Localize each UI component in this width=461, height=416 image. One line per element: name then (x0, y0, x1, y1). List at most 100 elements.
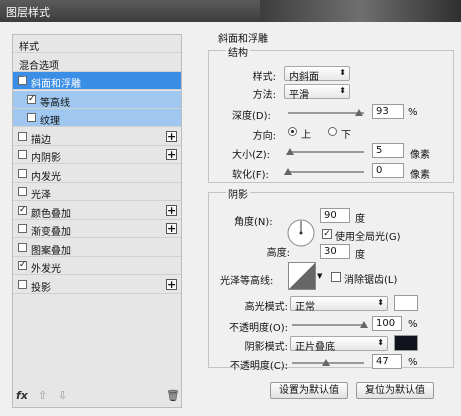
contour-dropdown-icon[interactable]: ▼ (317, 272, 322, 280)
style-checkbox[interactable] (18, 187, 27, 196)
style-select-value: 内斜面 (289, 72, 319, 83)
style-list-item[interactable]: 混合选项 (13, 54, 181, 72)
style-list-item[interactable]: 渐变叠加 + (13, 220, 181, 238)
reset-default-button[interactable]: 复位为默认值 (356, 382, 434, 399)
contour-curve-icon (289, 263, 315, 289)
style-checkbox[interactable] (18, 243, 27, 252)
structure-title: 结构 (226, 44, 250, 59)
style-checkbox[interactable]: ✓ (27, 95, 36, 104)
shadow-opacity-label: 不透明度(C): (229, 361, 288, 372)
global-light-checkbox[interactable]: ✓ (322, 229, 332, 239)
direction-down-radio[interactable] (328, 127, 337, 136)
trash-icon[interactable]: 🗑 (166, 389, 180, 402)
add-effect-icon[interactable]: + (166, 205, 177, 216)
soften-slider-track[interactable] (288, 171, 364, 173)
depth-slider-track[interactable] (288, 112, 364, 114)
fx-icon[interactable]: fx (16, 389, 28, 402)
highlight-opacity-track[interactable] (292, 324, 364, 326)
style-checkbox[interactable]: ✓ (18, 261, 27, 270)
depth-unit: % (408, 107, 418, 118)
antialias-label: 消除锯齿(L) (344, 275, 398, 286)
antialias-checkbox[interactable] (331, 272, 341, 282)
altitude-unit: 度 (355, 250, 365, 261)
title-bar[interactable]: 图层样式 (0, 0, 461, 22)
highlight-opacity-unit: % (408, 319, 418, 330)
highlight-mode-value: 正常 (295, 302, 315, 313)
layer-style-dialog: 图层样式 样式混合选项 ✓ 斜面和浮雕 ✓ 等高线纹理 描边 + 内阴影 + 内发光光泽 ✓ 颜色叠加… (0, 0, 461, 416)
depth-slider-thumb[interactable] (355, 109, 363, 116)
style-list-label: 斜面和浮雕 (31, 79, 81, 90)
set-default-button[interactable]: 设置为默认值 (270, 382, 348, 399)
add-effect-icon[interactable]: + (166, 279, 177, 290)
style-list-item[interactable]: ✓ 颜色叠加 + (13, 202, 181, 220)
style-select[interactable]: 内斜面 ⬍ (284, 66, 350, 83)
size-slider-track[interactable] (288, 151, 364, 153)
style-list-item[interactable]: 投影 + (13, 276, 181, 294)
shadow-opacity-unit: % (408, 357, 418, 368)
updown-icon: ⬍ (377, 298, 384, 307)
style-checkbox[interactable] (18, 224, 27, 233)
style-list-item[interactable]: 光泽 (13, 183, 181, 201)
updown-icon: ⬍ (377, 338, 384, 347)
style-list-panel: 样式混合选项 ✓ 斜面和浮雕 ✓ 等高线纹理 描边 + 内阴影 + 内发光光泽 ✓ 颜色叠加 + 渐变叠加… (12, 34, 182, 408)
style-list-item[interactable]: 纹理 (13, 109, 181, 127)
style-list-label: 内发光 (31, 172, 61, 183)
style-checkbox[interactable]: ✓ (18, 76, 27, 85)
shadow-mode-value: 正片叠底 (295, 342, 335, 353)
shadow-mode-select[interactable]: 正片叠底 ⬍ (290, 336, 388, 353)
angle-input[interactable]: 90 (320, 208, 350, 223)
angle-unit: 度 (355, 214, 365, 225)
technique-select[interactable]: 平滑 ⬍ (284, 84, 350, 101)
depth-input[interactable]: 93 (372, 104, 404, 119)
style-list-item[interactable]: 内阴影 + (13, 146, 181, 164)
soften-input[interactable]: 0 (372, 163, 404, 178)
style-list-item[interactable]: ✓ 等高线 (13, 91, 181, 109)
style-list-label: 光泽 (31, 190, 51, 201)
style-list-label: 图案叠加 (31, 246, 71, 257)
highlight-opacity-input[interactable]: 100 (372, 316, 402, 331)
style-list-item[interactable]: 样式 (13, 35, 181, 53)
style-list-item[interactable]: 图案叠加 (13, 239, 181, 257)
style-list-item[interactable]: ✓ 外发光 (13, 257, 181, 275)
angle-label: 角度(N): (234, 217, 273, 228)
style-label: 样式: (252, 72, 276, 83)
depth-label: 深度(D): (232, 111, 271, 122)
highlight-color-swatch[interactable] (394, 295, 418, 311)
shadow-mode-label: 阴影模式: (244, 342, 288, 353)
style-checkbox[interactable] (18, 169, 27, 178)
soften-slider-thumb[interactable] (284, 168, 292, 175)
style-list-item[interactable]: 描边 + (13, 128, 181, 146)
add-effect-icon[interactable]: + (166, 223, 177, 234)
shadow-opacity-thumb[interactable] (322, 359, 330, 366)
style-checkbox[interactable] (18, 132, 27, 141)
style-list-item[interactable]: ✓ 斜面和浮雕 (13, 72, 181, 90)
gloss-contour-label: 光泽等高线: (220, 276, 274, 287)
size-slider-thumb[interactable] (286, 148, 294, 155)
altitude-input[interactable]: 30 (320, 244, 350, 259)
direction-up-radio[interactable] (288, 127, 297, 136)
direction-label: 方向: (252, 131, 276, 142)
style-list-label: 混合选项 (19, 61, 59, 72)
move-up-icon[interactable]: ⇧ (38, 389, 47, 402)
gloss-contour-preview[interactable] (288, 262, 316, 290)
highlight-mode-select[interactable]: 正常 ⬍ (290, 296, 388, 313)
highlight-opacity-thumb[interactable] (360, 321, 368, 328)
shadow-opacity-input[interactable]: 47 (372, 354, 402, 369)
add-effect-icon[interactable]: + (166, 149, 177, 160)
style-checkbox[interactable] (18, 150, 27, 159)
shading-title: 阴影 (226, 186, 250, 201)
size-input[interactable]: 5 (372, 143, 404, 158)
highlight-mode-label: 高光模式: (244, 302, 288, 313)
style-list-label: 投影 (31, 283, 51, 294)
window-title: 图层样式 (6, 6, 50, 19)
style-checkbox[interactable]: ✓ (18, 206, 27, 215)
add-effect-icon[interactable]: + (166, 131, 177, 142)
style-list-label: 纹理 (40, 116, 60, 127)
style-list-item[interactable]: 内发光 (13, 165, 181, 183)
angle-dial-icon[interactable] (286, 218, 316, 248)
shadow-color-swatch[interactable] (394, 335, 418, 351)
move-down-icon[interactable]: ⇩ (58, 389, 67, 402)
style-checkbox[interactable] (18, 280, 27, 289)
style-list-label: 样式 (19, 42, 39, 53)
style-checkbox[interactable] (27, 113, 36, 122)
